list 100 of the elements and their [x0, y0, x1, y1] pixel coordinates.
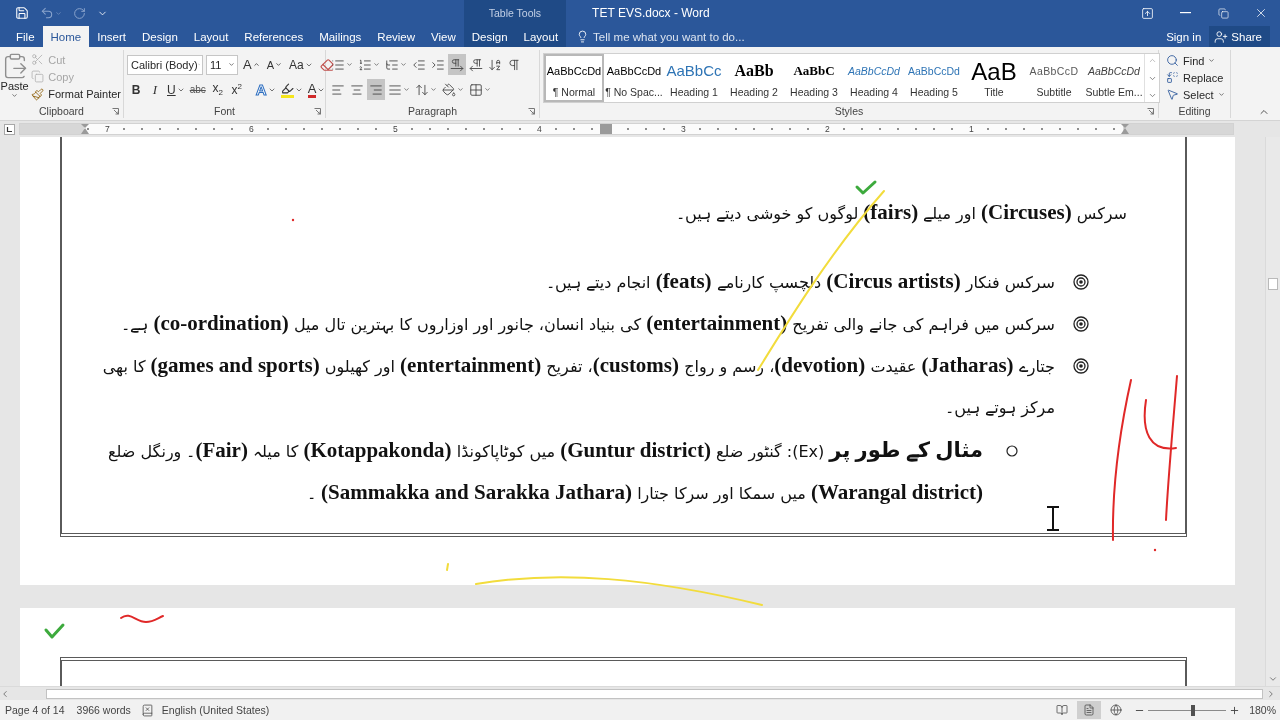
ribbon-tab[interactable]: View [423, 26, 464, 47]
ribbon-tab[interactable]: File [8, 26, 43, 47]
ruler-number: 1 [968, 124, 975, 134]
dialog-launcher-icon[interactable] [112, 108, 119, 115]
bulleted-list-icon [331, 57, 345, 72]
ribbon-tab[interactable]: Layout [515, 26, 567, 47]
ink-dot-icon [291, 218, 295, 222]
save-button[interactable] [14, 5, 30, 21]
dialog-launcher-icon[interactable] [314, 108, 321, 115]
ribbon-tab[interactable]: Design [134, 26, 186, 47]
pilcrow-icon [507, 57, 521, 72]
multilevel-list-icon [385, 57, 399, 72]
proofing-icon[interactable] [140, 703, 154, 717]
font-name-field[interactable]: Calibri (Body) [127, 54, 203, 75]
scrollbar-thumb[interactable] [46, 688, 1263, 699]
line-spacing-icon [415, 82, 429, 97]
tab-stop-icon[interactable] [4, 123, 15, 135]
format-painter-button[interactable]: Format Painter [29, 85, 123, 103]
decrease-indent-icon [412, 57, 426, 72]
scrollbar-thumb[interactable] [1268, 278, 1278, 290]
ribbon-tab[interactable]: Review [369, 26, 424, 47]
ruler-marker-icon[interactable] [1121, 124, 1129, 134]
ruler-marker-icon[interactable] [600, 124, 612, 134]
paint-bucket-icon [442, 82, 456, 97]
superscript-button[interactable]: x$^{2}$ [227, 79, 246, 100]
close-icon [1254, 6, 1268, 20]
scissors-icon [31, 53, 45, 67]
ribbon-tab[interactable]: Layout [185, 26, 237, 47]
share-button[interactable]: Share [1209, 26, 1270, 47]
group-label: Styles [834, 104, 864, 117]
shrink-font-button[interactable]: A [264, 54, 284, 75]
circle-bullet-icon [1006, 444, 1018, 457]
strikethrough-button[interactable]: abc [187, 79, 208, 100]
caret-down-icon [275, 61, 282, 68]
select-button[interactable]: Select [1164, 86, 1227, 103]
align-left-icon [331, 82, 345, 97]
subscript-button[interactable]: x$_{2}$ [208, 79, 227, 100]
print-layout-button[interactable] [1077, 701, 1102, 719]
caret-icon [11, 92, 19, 99]
bold-button[interactable]: B [127, 79, 145, 100]
globe-icon [1110, 704, 1123, 716]
highlighter-icon [280, 81, 294, 95]
underline-button[interactable]: U [165, 79, 187, 100]
ribbon-tab[interactable]: Mailings [311, 26, 370, 47]
paste-button[interactable]: Paste [0, 50, 30, 103]
scroll-left-icon[interactable] [0, 688, 10, 699]
group-label: Editing [1178, 104, 1211, 117]
scroll-up-icon[interactable] [1147, 56, 1157, 65]
increase-indent-icon [431, 57, 445, 72]
horizontal-scrollbar[interactable] [0, 686, 1280, 700]
align-right-icon [369, 82, 383, 97]
ruler-number: 3 [680, 124, 687, 134]
check-mark-icon [855, 180, 877, 195]
copy-icon [31, 70, 45, 84]
group-label: Paragraph [407, 104, 457, 117]
search-icon [1166, 54, 1179, 67]
grow-font-button[interactable]: A [241, 54, 262, 75]
book-icon [1056, 704, 1069, 716]
dialog-launcher-icon[interactable] [1147, 108, 1154, 115]
pointer-icon [1166, 88, 1179, 101]
font-size-field[interactable]: 11 [206, 54, 238, 75]
find-button[interactable]: Find [1164, 52, 1227, 69]
slider-thumb[interactable] [1191, 704, 1196, 716]
tell-me-field[interactable]: Tell me what you want to do... [593, 30, 784, 43]
check-mark-icon [44, 623, 65, 639]
ribbon-tab[interactable]: Insert [89, 26, 134, 47]
vertical-scrollbar[interactable] [1265, 137, 1280, 686]
ribbon-tab[interactable]: Home [42, 26, 90, 47]
numbered-list-icon [358, 57, 372, 72]
more-styles-icon[interactable] [1147, 91, 1157, 100]
undo-icon [40, 6, 54, 20]
zoom-level-text: 180% [1249, 704, 1276, 716]
target-bullet-icon [1073, 357, 1089, 374]
caret-up-icon [252, 61, 260, 68]
ribbon-tab[interactable]: Design [463, 26, 516, 47]
ruler-number: 2 [824, 124, 831, 134]
replace-button[interactable]: Replace [1164, 69, 1227, 86]
sign-in-button[interactable]: Sign in [1158, 26, 1210, 47]
group-label: Font [214, 104, 235, 117]
ruler-marker-icon[interactable] [81, 124, 89, 134]
ruler-number: 4 [536, 124, 543, 134]
ruler-number: 7 [104, 124, 111, 134]
window-title: TET EVS.docx - Word [592, 6, 710, 20]
ink-dot-icon [1153, 548, 1157, 552]
scroll-right-icon[interactable] [1266, 688, 1276, 699]
person-plus-icon [1214, 29, 1229, 44]
italic-button[interactable]: I [146, 79, 164, 100]
dialog-launcher-icon[interactable] [528, 108, 535, 115]
save-icon [15, 6, 29, 20]
sort-icon [488, 57, 502, 72]
context-label: Table Tools [488, 7, 542, 19]
style-item[interactable]: AaBbCcDd ¶ Normal [544, 54, 604, 102]
left-to-right-button[interactable] [448, 54, 466, 75]
word-count-text: 3966 words [76, 704, 131, 716]
font-color-button[interactable]: A [305, 79, 328, 100]
change-case-button[interactable]: Aa [287, 54, 315, 75]
scroll-down-icon[interactable] [1268, 674, 1278, 684]
ribbon-tab[interactable]: References [236, 26, 312, 47]
align-right-button[interactable] [367, 79, 385, 100]
restore-icon [1217, 7, 1229, 19]
